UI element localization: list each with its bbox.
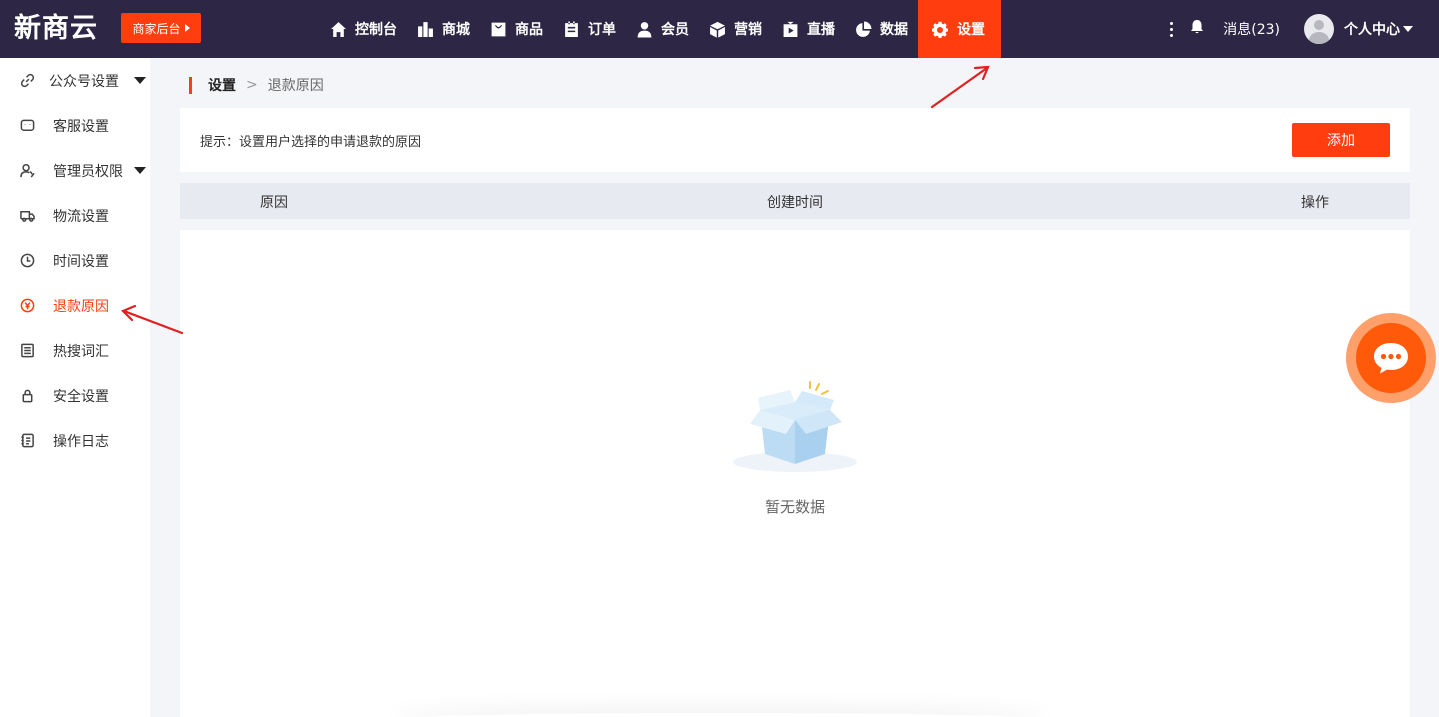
empty-state: 暂无数据 [720,380,870,517]
table-header: 原因 创建时间 操作 [180,183,1410,219]
sidebar-item-security[interactable]: 安全设置 [0,373,150,418]
sidebar-item-time[interactable]: 时间设置 [0,238,150,283]
breadcrumb-separator: > [246,77,258,93]
breadcrumb-refund-reasons: 退款原因 [267,78,324,94]
chat-fab[interactable] [1346,313,1436,403]
order-icon [565,21,578,37]
cube-icon [710,21,725,38]
sidebar-item-label: 公众号设置 [49,73,119,90]
chat-bubble-icon [1374,343,1408,374]
arrow-head-settings [973,65,990,81]
empty-text: 暂无数据 [764,498,825,516]
sidebar-item-operation-log[interactable]: 操作日志 [0,418,150,463]
bell-icon[interactable] [1189,19,1205,39]
user-icon [637,21,652,37]
gear-icon [932,21,948,38]
nav-item-live[interactable]: 直播 [772,0,845,58]
caret-down-icon[interactable] [134,167,146,174]
nav-label: 数据 [880,22,908,38]
log-icon [21,433,34,448]
sidebar-item-admin-permissions[interactable]: 管理员权限 [0,148,150,193]
chat-icon [20,119,35,131]
chat-fab-inner [1356,323,1426,393]
refund-icon [20,298,35,313]
sidebar-item-label: 客服设置 [53,118,109,135]
more-icon[interactable] [1161,21,1181,37]
top-bar: 新商云 商家后台 控制台 商城 商品 订单 会员 营销 直播 数据 设置 消息(… [0,0,1439,58]
admin-icon [20,163,35,178]
user-center-link[interactable]: 个人中心 [1344,19,1400,39]
arrow-to-settings [930,66,989,109]
column-header-reason: 原因 [260,195,288,211]
sidebar-item-label: 安全设置 [53,388,109,405]
empty-box-icon [733,381,857,472]
nav-label: 商城 [442,22,470,38]
nav-label: 营销 [734,22,762,38]
column-header-actions: 操作 [1301,195,1329,211]
merchant-backend-label: 商家后台 [132,21,181,36]
link-icon [20,73,35,88]
caret-down-icon[interactable] [134,77,146,84]
sidebar-item-label: 操作日志 [53,433,109,450]
table-body: 暂无数据 [180,230,1410,717]
brand-logo[interactable]: 新商云 [14,10,98,48]
caret-right-icon [184,24,190,32]
home-icon [331,21,346,37]
bag-icon [491,22,506,36]
nav-item-products[interactable]: 商品 [480,0,553,58]
avatar[interactable] [1304,14,1334,44]
live-icon [783,21,798,37]
nav-label: 直播 [807,22,835,38]
bottom-shadow [390,713,1050,717]
chevron-down-icon[interactable] [1403,26,1413,32]
nav-item-dashboard[interactable]: 控制台 [320,0,407,58]
merchant-backend-button[interactable]: 商家后台 [121,13,201,43]
nav-label: 控制台 [355,22,397,38]
nav-label: 订单 [588,22,616,38]
sidebar-item-customer-service[interactable]: 客服设置 [0,103,150,148]
nav-item-orders[interactable]: 订单 [553,0,626,58]
sidebar-item-logistics[interactable]: 物流设置 [0,193,150,238]
lock-icon [22,389,33,403]
add-button[interactable]: 添加 [1292,123,1390,157]
sidebar-item-label: 物流设置 [53,208,109,225]
truck-icon [20,211,35,222]
sidebar-item-official-account[interactable]: 公众号设置 [0,58,150,103]
list-icon [21,343,34,358]
sidebar-item-refund-reasons[interactable]: 退款原因 [0,283,150,328]
pie-icon [856,21,872,37]
nav-item-data[interactable]: 数据 [845,0,918,58]
breadcrumb-accent-bar [189,76,192,94]
nav-label: 设置 [957,22,985,38]
messages-link[interactable]: 消息(23) [1223,19,1280,39]
building-icon [418,21,433,37]
top-right-actions: 消息(23) 个人中心 [1161,0,1413,58]
nav-label: 会员 [661,22,689,38]
nav-item-settings[interactable]: 设置 [918,0,1001,58]
clock-icon [20,253,35,268]
sidebar-item-hot-search[interactable]: 热搜词汇 [0,328,150,373]
tip-text: 提示：设置用户选择的申请退款的原因 [200,135,422,150]
sidebar-item-label: 热搜词汇 [53,343,109,360]
sidebar-item-label: 管理员权限 [53,163,123,180]
breadcrumb: 设置 > 退款原因 [189,76,324,94]
breadcrumb-settings[interactable]: 设置 [208,75,236,95]
main-nav: 控制台 商城 商品 订单 会员 营销 直播 数据 设置 [320,0,1001,58]
nav-item-members[interactable]: 会员 [626,0,699,58]
nav-item-marketing[interactable]: 营销 [699,0,772,58]
nav-item-mall[interactable]: 商城 [407,0,480,58]
column-header-created-time: 创建时间 [767,195,823,211]
tip-panel: 提示：设置用户选择的申请退款的原因 添加 [180,108,1410,172]
sidebar-item-label: 时间设置 [53,253,109,270]
nav-label: 商品 [515,22,543,38]
sidebar: 公众号设置 客服设置 管理员权限 物流设置 时间设置 退款原因 热搜词汇 安全设… [0,58,150,717]
sidebar-item-label: 退款原因 [53,298,109,315]
